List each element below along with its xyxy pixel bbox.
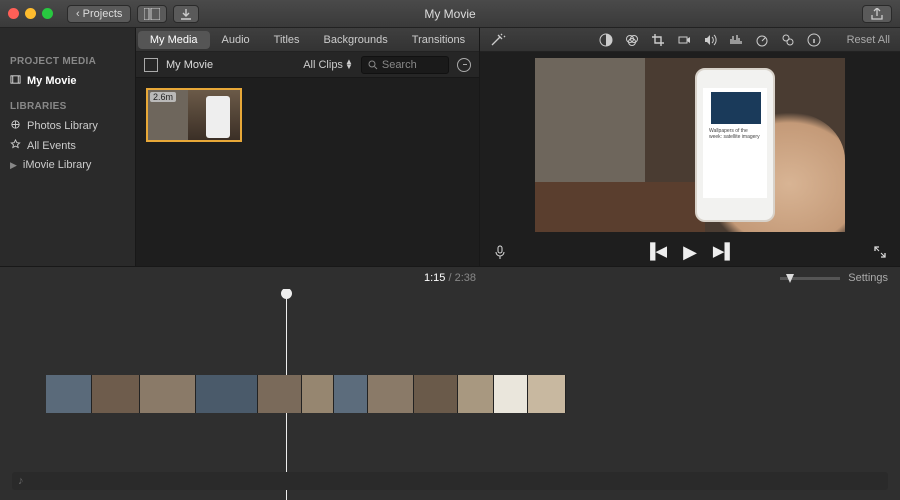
timeline-clip[interactable] xyxy=(302,375,334,413)
search-input[interactable]: Search xyxy=(361,56,449,74)
color-correction-icon[interactable] xyxy=(625,33,639,47)
timeline-clip[interactable] xyxy=(196,375,258,413)
preview-area: Wallpapers of the week: satellite imager… xyxy=(480,52,900,238)
chevron-left-icon: ‹ xyxy=(76,8,80,20)
upper-panel: PROJECT MEDIA My Movie LIBRARIES Photos … xyxy=(0,28,900,266)
search-placeholder: Search xyxy=(382,59,417,71)
timeline-clip[interactable] xyxy=(92,375,140,413)
playhead-time: 1:15 / 2:38 xyxy=(424,272,476,284)
import-button[interactable] xyxy=(173,5,199,23)
play-button[interactable]: ▶ xyxy=(683,242,697,263)
sidebar-item-label: iMovie Library xyxy=(23,159,91,171)
timeline-clip[interactable] xyxy=(368,375,414,413)
timeline-clip[interactable] xyxy=(528,375,566,413)
skimmer-duration-button[interactable] xyxy=(457,58,471,72)
clips-filter-dropdown[interactable]: All Clips ▲▼ xyxy=(303,59,353,71)
clips-filter-label: All Clips xyxy=(303,59,343,71)
timeline-clip[interactable] xyxy=(46,375,92,413)
speed-icon[interactable] xyxy=(755,33,769,47)
video-track[interactable] xyxy=(46,375,566,419)
music-track[interactable]: ♪ xyxy=(12,472,888,490)
preview-content-text: Wallpapers of the week: satellite imager… xyxy=(709,128,761,140)
total-time: 2:38 xyxy=(455,272,476,284)
browser-toolbar: My Movie All Clips ▲▼ Search xyxy=(136,52,479,78)
tab-my-media[interactable]: My Media xyxy=(138,31,210,49)
download-icon xyxy=(180,8,192,20)
sidebar-item-all-events[interactable]: All Events xyxy=(0,136,135,156)
close-window-button[interactable] xyxy=(8,8,19,19)
timeline-clip[interactable] xyxy=(494,375,528,413)
layout-icon xyxy=(144,8,160,20)
clip-filter-icon[interactable] xyxy=(781,33,795,47)
color-balance-icon[interactable] xyxy=(599,33,613,47)
timeline-clip[interactable] xyxy=(458,375,494,413)
viewer-toolbar: Reset All xyxy=(480,28,900,52)
viewer-panel: Reset All Wallpapers of the week: satell… xyxy=(480,28,900,266)
timeline-clip[interactable] xyxy=(414,375,458,413)
sidebar-project-label: My Movie xyxy=(27,75,77,87)
reset-all-button[interactable]: Reset All xyxy=(847,34,890,46)
tab-audio[interactable]: Audio xyxy=(210,31,262,49)
back-label: Projects xyxy=(83,8,123,20)
traffic-lights xyxy=(8,8,53,19)
sidebar: PROJECT MEDIA My Movie LIBRARIES Photos … xyxy=(0,28,136,266)
photos-icon xyxy=(10,119,21,133)
media-tabs: My Media Audio Titles Backgrounds Transi… xyxy=(136,28,479,52)
media-browser: My Media Audio Titles Backgrounds Transi… xyxy=(136,28,480,266)
chevron-right-icon: ▶ xyxy=(10,160,17,171)
window-title: My Movie xyxy=(424,7,475,21)
volume-icon[interactable] xyxy=(703,33,717,47)
sidebar-item-photos[interactable]: Photos Library xyxy=(0,116,135,136)
maximize-window-button[interactable] xyxy=(42,8,53,19)
tab-transitions[interactable]: Transitions xyxy=(400,31,477,49)
timeline-settings-button[interactable]: Settings xyxy=(848,272,888,284)
sidebar-item-imovie-library[interactable]: ▶ iMovie Library xyxy=(0,156,135,174)
timeline-clip[interactable] xyxy=(140,375,196,413)
preview-frame[interactable]: Wallpapers of the week: satellite imager… xyxy=(535,58,845,232)
share-button[interactable] xyxy=(862,5,892,23)
transport-controls: ▐◀ ▶ ▶▌ xyxy=(480,238,900,266)
clip-duration-badge: 2.6m xyxy=(150,92,176,102)
share-icon xyxy=(871,8,883,20)
star-icon xyxy=(10,139,21,153)
updown-icon: ▲▼ xyxy=(345,60,353,70)
film-icon xyxy=(10,74,21,88)
sidebar-header-project-media: PROJECT MEDIA xyxy=(0,52,135,71)
media-import-button[interactable] xyxy=(137,5,167,23)
titlebar: ‹ Projects My Movie xyxy=(0,0,900,28)
clip-thumbnail[interactable]: 2.6m xyxy=(146,88,242,142)
music-icon: ♪ xyxy=(18,475,24,487)
timeline-clip[interactable] xyxy=(258,375,302,413)
timeline-clip[interactable] xyxy=(334,375,368,413)
stabilization-icon[interactable] xyxy=(677,33,691,47)
enhance-icon[interactable] xyxy=(490,33,508,47)
zoom-slider[interactable] xyxy=(780,277,840,280)
sidebar-header-libraries: LIBRARIES xyxy=(0,97,135,116)
timeline-header: 1:15 / 2:38 Settings xyxy=(0,267,900,289)
sidebar-item-label: All Events xyxy=(27,140,76,152)
sidebar-item-label: Photos Library xyxy=(27,120,98,132)
crop-icon[interactable] xyxy=(651,33,665,47)
list-view-toggle[interactable] xyxy=(144,58,158,72)
timeline-area[interactable]: ♪ xyxy=(0,289,900,500)
next-frame-button[interactable]: ▶▌ xyxy=(713,242,735,263)
adjustment-icons xyxy=(599,33,821,47)
prev-frame-button[interactable]: ▐◀ xyxy=(645,242,667,263)
timeline-panel: 1:15 / 2:38 Settings ♪ xyxy=(0,266,900,500)
clips-grid[interactable]: 2.6m xyxy=(136,78,479,266)
zoom-controls: Settings xyxy=(780,272,888,284)
current-time: 1:15 xyxy=(424,272,445,284)
minimize-window-button[interactable] xyxy=(25,8,36,19)
noise-reduction-icon[interactable] xyxy=(729,33,743,47)
microphone-icon[interactable] xyxy=(494,245,506,259)
fullscreen-button[interactable] xyxy=(874,246,886,258)
sidebar-item-project[interactable]: My Movie xyxy=(0,71,135,91)
search-icon xyxy=(368,60,378,70)
tab-backgrounds[interactable]: Backgrounds xyxy=(312,31,400,49)
info-icon[interactable] xyxy=(807,33,821,47)
back-to-projects-button[interactable]: ‹ Projects xyxy=(67,5,131,23)
event-name: My Movie xyxy=(166,59,213,71)
tab-titles[interactable]: Titles xyxy=(262,31,312,49)
